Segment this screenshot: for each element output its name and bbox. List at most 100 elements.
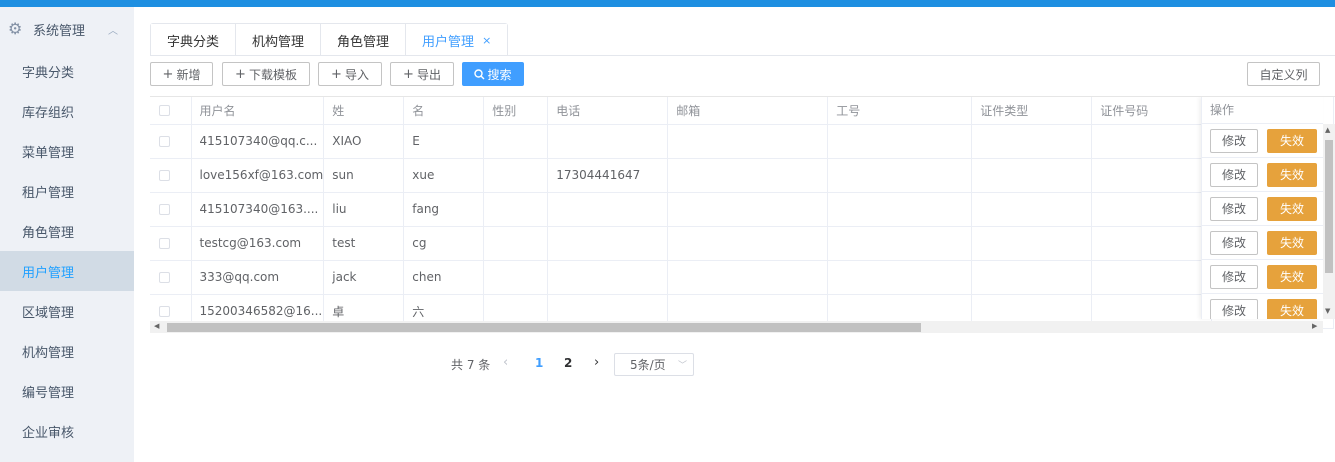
add-button[interactable]: + 新增 bbox=[150, 62, 213, 86]
vertical-scrollbar[interactable]: ▲ ▼ bbox=[1323, 124, 1335, 319]
tab-dict[interactable]: 字典分类 bbox=[151, 24, 237, 56]
row-select-cell[interactable] bbox=[150, 158, 192, 193]
row-checkbox[interactable] bbox=[159, 170, 170, 181]
sidebar-item-user[interactable]: 用户管理 bbox=[0, 251, 134, 291]
col-header-employee-id[interactable]: 工号 bbox=[827, 97, 973, 125]
edit-label: 修改 bbox=[1221, 168, 1246, 182]
table-row[interactable]: 415107340@qq.c... XIAO E bbox=[150, 124, 1335, 159]
sidebar-item-tenant[interactable]: 租户管理 bbox=[0, 171, 134, 211]
sidebar-item-menu[interactable]: 菜单管理 bbox=[0, 131, 134, 171]
tab-user[interactable]: 用户管理 × bbox=[406, 24, 508, 56]
cell-surname: jack bbox=[323, 260, 405, 295]
horizontal-scrollbar[interactable]: ◀ ▶ bbox=[150, 321, 1323, 333]
cell-id-number bbox=[1091, 158, 1213, 193]
tab-role[interactable]: 角色管理 bbox=[321, 24, 407, 56]
cell-id-type bbox=[971, 260, 1093, 295]
top-bar bbox=[0, 0, 1335, 7]
search-button[interactable]: 搜索 bbox=[462, 62, 524, 86]
import-button[interactable]: + 导入 bbox=[318, 62, 382, 86]
edit-button[interactable]: 修改 bbox=[1210, 298, 1258, 319]
select-all-checkbox[interactable] bbox=[159, 105, 170, 117]
sidebar-group-header[interactable]: ⚙ 系统管理 ︿ bbox=[0, 7, 134, 51]
cell-employee-id bbox=[827, 158, 973, 193]
sidebar-item-numbering[interactable]: 编号管理 bbox=[0, 371, 134, 411]
sidebar-item-dict[interactable]: 字典分类 bbox=[0, 51, 134, 91]
sidebar-item-inventory[interactable]: 库存组织 bbox=[0, 91, 134, 131]
edit-label: 修改 bbox=[1221, 270, 1246, 284]
disable-button[interactable]: 失效 bbox=[1267, 298, 1317, 319]
table-row[interactable]: love156xf@163.com sun xue 17304441647 bbox=[150, 158, 1335, 193]
edit-button[interactable]: 修改 bbox=[1210, 264, 1258, 289]
sidebar-item-label: 企业审核 bbox=[22, 425, 75, 441]
disable-button[interactable]: 失效 bbox=[1267, 162, 1317, 187]
page-1-button[interactable]: 1 bbox=[535, 356, 543, 370]
row-select-cell[interactable] bbox=[150, 192, 192, 227]
edit-button[interactable]: 修改 bbox=[1210, 162, 1258, 187]
tab-org[interactable]: 机构管理 bbox=[236, 24, 322, 56]
disable-button[interactable]: 失效 bbox=[1267, 196, 1317, 221]
edit-button[interactable]: 修改 bbox=[1210, 230, 1258, 255]
sidebar-item-audit[interactable]: 企业审核 bbox=[0, 411, 134, 451]
sidebar-item-role[interactable]: 角色管理 bbox=[0, 211, 134, 251]
edit-button[interactable]: 修改 bbox=[1210, 196, 1258, 221]
col-header-email[interactable]: 邮箱 bbox=[667, 97, 829, 125]
sidebar-item-label: 租户管理 bbox=[22, 185, 75, 201]
table-row[interactable]: 415107340@163.... liu fang bbox=[150, 192, 1335, 227]
cell-employee-id bbox=[827, 192, 973, 227]
download-template-button[interactable]: + 下载模板 bbox=[222, 62, 310, 86]
edit-button[interactable]: 修改 bbox=[1210, 128, 1258, 153]
col-header-given-name[interactable]: 名 bbox=[403, 97, 485, 125]
disable-button[interactable]: 失效 bbox=[1267, 264, 1317, 289]
table-row[interactable]: testcg@163.com test cg bbox=[150, 226, 1335, 261]
row-select-cell[interactable] bbox=[150, 226, 192, 261]
scroll-left-icon[interactable]: ◀ bbox=[154, 322, 159, 330]
cell-username: 415107340@163.... bbox=[191, 192, 325, 227]
col-header-surname[interactable]: 姓 bbox=[323, 97, 405, 125]
customize-columns-button[interactable]: 自定义列 bbox=[1247, 62, 1320, 86]
page-2-button[interactable]: 2 bbox=[564, 356, 572, 370]
cell-id-type bbox=[971, 158, 1093, 193]
cell-gender bbox=[483, 226, 549, 261]
sidebar-item-region[interactable]: 区域管理 bbox=[0, 291, 134, 331]
table-row[interactable]: 333@qq.com jack chen bbox=[150, 260, 1335, 295]
col-header-id-type[interactable]: 证件类型 bbox=[971, 97, 1093, 125]
scroll-down-icon[interactable]: ▼ bbox=[1325, 307, 1330, 315]
pagination-total: 共 7 条 bbox=[451, 358, 491, 372]
select-all-cell[interactable] bbox=[150, 97, 192, 125]
cell-gender bbox=[483, 192, 549, 227]
horizontal-scroll-thumb[interactable] bbox=[167, 323, 921, 332]
vertical-scroll-thumb[interactable] bbox=[1325, 140, 1333, 273]
cell-email bbox=[667, 226, 829, 261]
tab-label: 机构管理 bbox=[252, 34, 305, 50]
row-checkbox[interactable] bbox=[159, 272, 170, 283]
row-select-cell[interactable] bbox=[150, 124, 192, 159]
row-checkbox[interactable] bbox=[159, 136, 170, 147]
row-select-cell[interactable] bbox=[150, 260, 192, 295]
next-page-icon[interactable]: › bbox=[594, 355, 599, 370]
disable-button[interactable]: 失效 bbox=[1267, 128, 1317, 153]
row-checkbox[interactable] bbox=[159, 204, 170, 215]
page-size-select[interactable]: 5条/页 ﹀ bbox=[614, 353, 694, 376]
col-header-id-number[interactable]: 证件号码 bbox=[1091, 97, 1213, 125]
export-label: 导出 bbox=[416, 67, 441, 82]
row-checkbox[interactable] bbox=[159, 238, 170, 249]
sidebar-group-label: 系统管理 bbox=[33, 23, 86, 39]
export-button[interactable]: + 导出 bbox=[390, 62, 454, 86]
prev-page-icon[interactable]: ‹ bbox=[503, 355, 508, 370]
scroll-up-icon[interactable]: ▲ bbox=[1325, 126, 1330, 134]
plus-icon: + bbox=[331, 66, 342, 82]
sidebar-item-org[interactable]: 机构管理 bbox=[0, 331, 134, 371]
col-header-username[interactable]: 用户名 bbox=[191, 97, 325, 125]
disable-button[interactable]: 失效 bbox=[1267, 230, 1317, 255]
disable-label: 失效 bbox=[1279, 270, 1304, 284]
table-header-row: 用户名 姓 名 性别 电话 邮箱 工号 证件类型 证件号码 bbox=[150, 97, 1335, 125]
scroll-right-icon[interactable]: ▶ bbox=[1312, 322, 1317, 330]
cell-surname: test bbox=[323, 226, 405, 261]
col-header-phone[interactable]: 电话 bbox=[547, 97, 669, 125]
add-label: 新增 bbox=[176, 67, 201, 82]
row-checkbox[interactable] bbox=[159, 306, 170, 317]
plus-icon: + bbox=[403, 66, 414, 82]
cell-id-type bbox=[971, 192, 1093, 227]
close-icon[interactable]: × bbox=[482, 34, 491, 47]
col-header-gender[interactable]: 性别 bbox=[483, 97, 549, 125]
